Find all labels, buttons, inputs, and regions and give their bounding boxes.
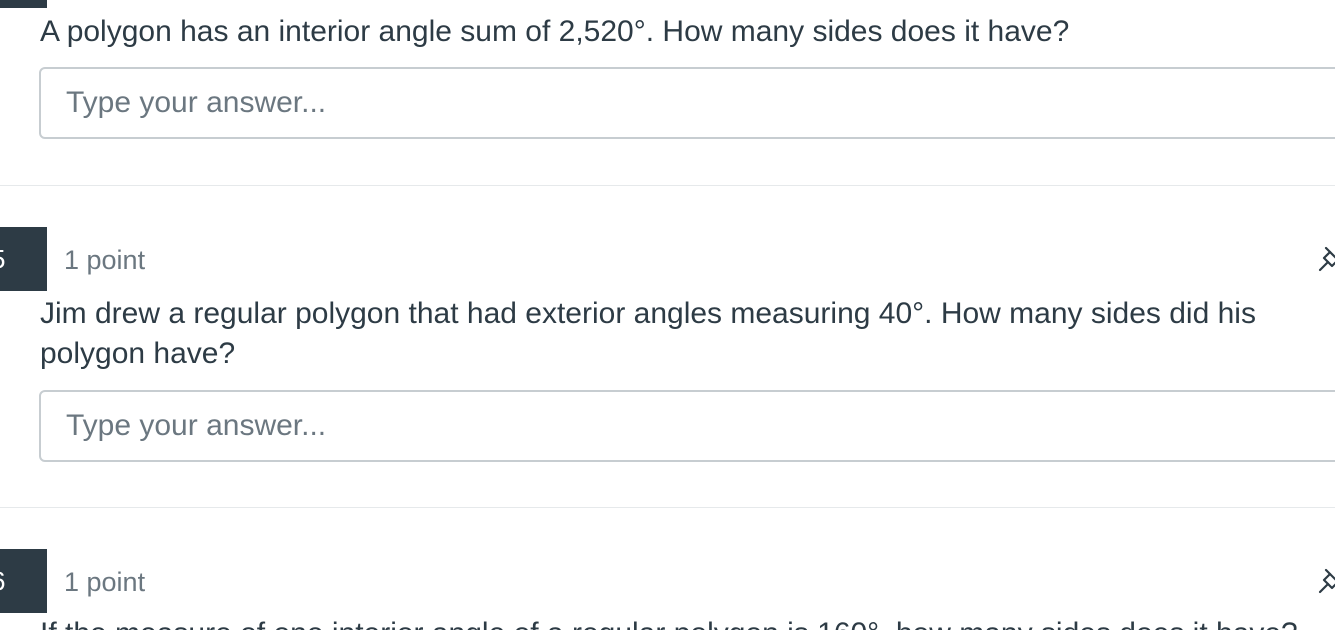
points-label: 1 point [64, 245, 146, 275]
pin-icon[interactable] [1316, 566, 1335, 596]
question-text: A polygon has an interior angle sum of 2… [40, 15, 1070, 48]
answer-input[interactable] [39, 67, 1335, 139]
question-text: Jim drew a regular polygon that had exte… [40, 297, 1256, 370]
divider [0, 185, 1335, 186]
question-text: If the measure of one interior angle of … [40, 614, 1320, 630]
divider [0, 507, 1335, 508]
question-number-badge: 5 [0, 227, 47, 291]
answer-input[interactable] [39, 390, 1335, 462]
question-number-badge [0, 0, 47, 8]
question-number-badge: 6 [0, 549, 47, 613]
quiz-page: A polygon has an interior angle sum of 2… [0, 0, 1335, 630]
pin-icon[interactable] [1316, 244, 1335, 274]
points-label: 1 point [64, 567, 146, 597]
